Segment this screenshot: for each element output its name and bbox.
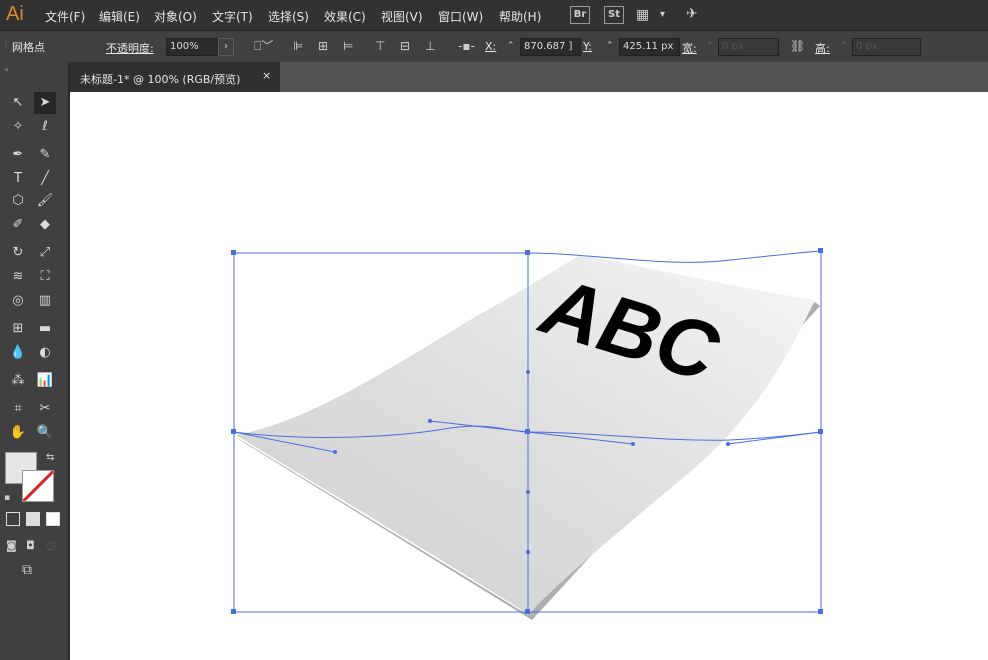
align-right-icon[interactable]: ⊨ (343, 38, 353, 54)
shape-builder-tool-icon[interactable]: ◎ (7, 290, 29, 312)
y-input[interactable]: 425.11 px (619, 38, 680, 56)
x-label[interactable]: X: (485, 40, 496, 53)
draw-inside-icon[interactable]: ◌ (46, 538, 56, 554)
document-tab-title: 未标题-1* @ 100% (RGB/预览) (80, 73, 241, 86)
blend-tool-icon[interactable]: ◐ (34, 342, 56, 364)
opacity-label[interactable]: 不透明度: (106, 40, 154, 56)
artwork-svg: ABC (231, 248, 823, 620)
align-middle-icon[interactable]: ⊟ (400, 38, 410, 54)
slice-tool-icon[interactable]: ✂ (34, 398, 56, 420)
paintbrush-tool-icon[interactable]: 🖌 (34, 190, 56, 212)
selection-label: 网格点 (12, 41, 45, 54)
eyedropper-tool-icon[interactable]: 💧 (7, 342, 29, 364)
magic-wand-tool-icon[interactable]: ✧ (7, 116, 29, 138)
menu-window[interactable]: 窗口(W) (438, 8, 483, 25)
close-icon[interactable]: × (262, 69, 271, 82)
chevron-down-icon[interactable]: ▾ (660, 7, 665, 23)
shaper-tool-icon[interactable]: ✐ (7, 214, 29, 236)
chevron-right-icon[interactable]: › (218, 38, 234, 56)
align-center-icon[interactable]: ⊞ (318, 38, 328, 54)
gradient-tool-icon[interactable]: ▬ (34, 318, 56, 340)
color-mode-icon[interactable] (6, 512, 20, 526)
document-tab[interactable]: 未标题-1* @ 100% (RGB/预览) × (70, 62, 280, 92)
menu-effect[interactable]: 效果(C) (324, 8, 366, 25)
transform-reference-icon[interactable]: -▪- (458, 38, 475, 54)
rotate-tool-icon[interactable]: ↻ (7, 242, 29, 264)
free-transform-tool-icon[interactable]: ⛶ (34, 266, 56, 288)
height-label[interactable]: 高: (815, 40, 830, 56)
toolbox: « ↖ ➤ ✧ ℓ ✒ ✎ T ╱ ⬡ 🖌 ✐ ◆ ↻ ⤢ ≋ ⛶ ◎ ▥ ⊞ … (0, 62, 70, 660)
direct-selection-tool-icon[interactable]: ➤ (34, 92, 56, 114)
menu-edit[interactable]: 编辑(E) (99, 8, 140, 25)
pen-tool-icon[interactable]: ✒ (7, 144, 29, 166)
align-top-icon[interactable]: ⊤ (375, 38, 385, 54)
height-stepper-icon: ⌃ (840, 41, 848, 51)
width-input[interactable]: 0 px (718, 38, 779, 56)
stock-button[interactable]: St (604, 6, 624, 24)
menu-bar: Ai 文件(F) 编辑(E) 对象(O) 文字(T) 选择(S) 效果(C) 视… (0, 0, 988, 30)
curvature-tool-icon[interactable]: ✎ (34, 144, 56, 166)
align-bottom-icon[interactable]: ⊥ (425, 38, 435, 54)
perspective-grid-tool-icon[interactable]: ▥ (34, 290, 56, 312)
warp-tool-icon[interactable]: ≋ (7, 266, 29, 288)
draw-behind-icon[interactable]: ◘ (26, 538, 35, 554)
x-stepper-icon[interactable]: ⌃ (507, 38, 515, 54)
symbol-sprayer-tool-icon[interactable]: ⁂ (7, 370, 29, 392)
artboard-canvas[interactable]: ABC (70, 92, 988, 660)
gradient-mode-icon[interactable] (26, 512, 40, 526)
opacity-input[interactable]: 100% (166, 38, 219, 56)
recolor-icon[interactable]: ⎕﹀ (254, 38, 273, 54)
line-tool-icon[interactable]: ╱ (34, 168, 56, 190)
selection-tool-icon[interactable]: ↖ (7, 92, 29, 114)
polygon-tool-icon[interactable]: ⬡ (7, 190, 29, 212)
width-stepper-icon: ⌃ (706, 41, 714, 51)
menu-view[interactable]: 视图(V) (381, 8, 423, 25)
screen-mode-icon[interactable]: ⧉ (22, 562, 32, 578)
eraser-tool-icon[interactable]: ◆ (34, 214, 56, 236)
grid-layout-icon[interactable]: ▦ (636, 7, 649, 23)
swap-fill-stroke-icon[interactable]: ⇆ (46, 450, 54, 466)
y-label[interactable]: Y: (583, 40, 592, 53)
x-input[interactable]: 870.687 ] (520, 38, 581, 56)
y-stepper-icon[interactable]: ⌃ (606, 38, 614, 54)
constrain-proportions-icon[interactable]: ⛓ (790, 38, 805, 54)
bridge-button[interactable]: Br (570, 6, 590, 24)
mesh-tool-icon[interactable]: ⊞ (7, 318, 29, 340)
menu-help[interactable]: 帮助(H) (499, 8, 541, 25)
app-logo: Ai (6, 3, 24, 25)
grip-icon: ⋮ (2, 41, 10, 50)
align-left-icon[interactable]: ⊫ (293, 38, 303, 54)
column-graph-tool-icon[interactable]: 📊 (34, 370, 56, 392)
control-bar: ⋮ 网格点 不透明度: 100% › ⎕﹀ ⊫ ⊞ ⊨ ⊤ ⊟ ⊥ -▪- X:… (0, 30, 988, 64)
height-input[interactable]: 0 px (852, 38, 921, 56)
menu-object[interactable]: 对象(O) (154, 8, 197, 25)
none-mode-icon[interactable] (46, 512, 60, 526)
scale-tool-icon[interactable]: ⤢ (34, 242, 56, 264)
menu-type[interactable]: 文字(T) (212, 8, 253, 25)
rocket-icon[interactable]: ✈ (686, 6, 698, 22)
default-colors-icon[interactable]: ▪ (4, 490, 10, 506)
document-tab-bar: 未标题-1* @ 100% (RGB/预览) × (70, 62, 988, 92)
stroke-swatch[interactable] (22, 470, 54, 502)
paper-sheet[interactable] (236, 255, 815, 614)
lasso-tool-icon[interactable]: ℓ (34, 116, 56, 138)
collapse-icon[interactable]: « (4, 62, 9, 78)
menu-select[interactable]: 选择(S) (268, 8, 309, 25)
width-label[interactable]: 宽: (682, 40, 697, 56)
artboard-tool-icon[interactable]: ⌗ (7, 398, 29, 420)
draw-normal-icon[interactable]: ◙ (6, 538, 17, 554)
menu-file[interactable]: 文件(F) (45, 8, 85, 25)
hand-tool-icon[interactable]: ✋ (7, 422, 29, 444)
zoom-tool-icon[interactable]: 🔍 (34, 422, 56, 444)
type-tool-icon[interactable]: T (7, 168, 29, 190)
